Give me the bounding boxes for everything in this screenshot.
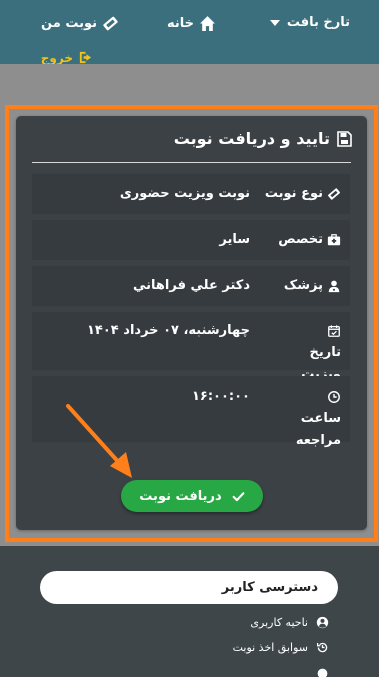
clinic-dropdown[interactable]: تارخ بافت <box>269 15 350 30</box>
row-label-text: ساعت مراجعه <box>295 411 341 448</box>
user-area-link[interactable]: ناحیه کاربری <box>250 616 329 629</box>
row-value: ۱۶:۰۰:۰۰ <box>191 389 250 404</box>
history-icon <box>316 642 328 653</box>
my-appointments-link[interactable]: نوبت من <box>41 15 119 32</box>
row-label: تخصص <box>278 229 341 251</box>
row-value: نوبت ویزیت حضوری <box>119 186 250 201</box>
home-link[interactable]: خانه <box>167 15 216 32</box>
pointer-arrow-icon <box>66 404 132 478</box>
row-appointment-type: نوع نوبت نوبت ویزیت حضوری <box>32 174 350 214</box>
sign-out-icon <box>79 51 92 64</box>
save-icon <box>337 130 352 147</box>
clock-icon <box>328 391 340 403</box>
ticket-icon <box>328 188 340 200</box>
row-label: ساعت مراجعه <box>289 386 341 452</box>
row-label-text: تخصص <box>278 232 323 247</box>
logout-link[interactable]: خروج <box>41 50 93 65</box>
appointment-history-label: سوابق اخذ نوبت <box>232 641 308 654</box>
my-appointments-label: نوبت من <box>41 16 97 31</box>
ticket-icon <box>103 16 118 31</box>
footer-area <box>0 546 379 677</box>
clinic-label: تارخ بافت <box>286 15 350 30</box>
medkit-icon <box>327 234 341 246</box>
get-appointment-button[interactable]: دریافت نوبت <box>121 480 263 512</box>
user-access-header: دسترسی کاربر <box>40 571 338 604</box>
logout-label: خروج <box>40 50 73 65</box>
row-label: نوع نوبت <box>265 183 341 205</box>
user-md-icon <box>328 280 340 293</box>
row-doctor: پزشک دکتر علي فراهاني <box>32 266 350 306</box>
user-access-title: دسترسی کاربر <box>221 580 318 595</box>
row-value: سایر <box>219 232 250 247</box>
card-title: تایید و دریافت نوبت <box>174 129 352 148</box>
row-value: چهارشنبه، ۰۷ خرداد ۱۴۰۴ <box>87 323 250 338</box>
home-icon <box>200 16 215 31</box>
user-area-label: ناحیه کاربری <box>250 616 308 629</box>
calendar-check-icon <box>328 325 340 337</box>
row-label-text: پزشک <box>283 278 323 293</box>
card-title-text: تایید و دریافت نوبت <box>173 129 330 148</box>
appointment-history-link[interactable]: سوابق اخذ نوبت <box>233 641 329 654</box>
check-icon <box>232 491 245 501</box>
row-value: دکتر علي فراهاني <box>133 278 250 293</box>
row-specialty: تخصص سایر <box>32 220 350 260</box>
menu-icon <box>317 668 328 677</box>
card-divider <box>32 162 351 163</box>
caret-down-icon <box>269 19 280 26</box>
row-label-text: نوع نوبت <box>264 186 323 201</box>
row-label: پزشک <box>284 275 341 297</box>
user-circle-icon <box>316 616 329 629</box>
row-visit-date: تاریخ ویزیت چهارشنبه، ۰۷ خرداد ۱۴۰۴ <box>32 312 350 382</box>
menu-link-partial[interactable] <box>316 667 329 677</box>
get-appointment-label: دریافت نوبت <box>139 488 222 504</box>
home-label: خانه <box>166 16 194 31</box>
